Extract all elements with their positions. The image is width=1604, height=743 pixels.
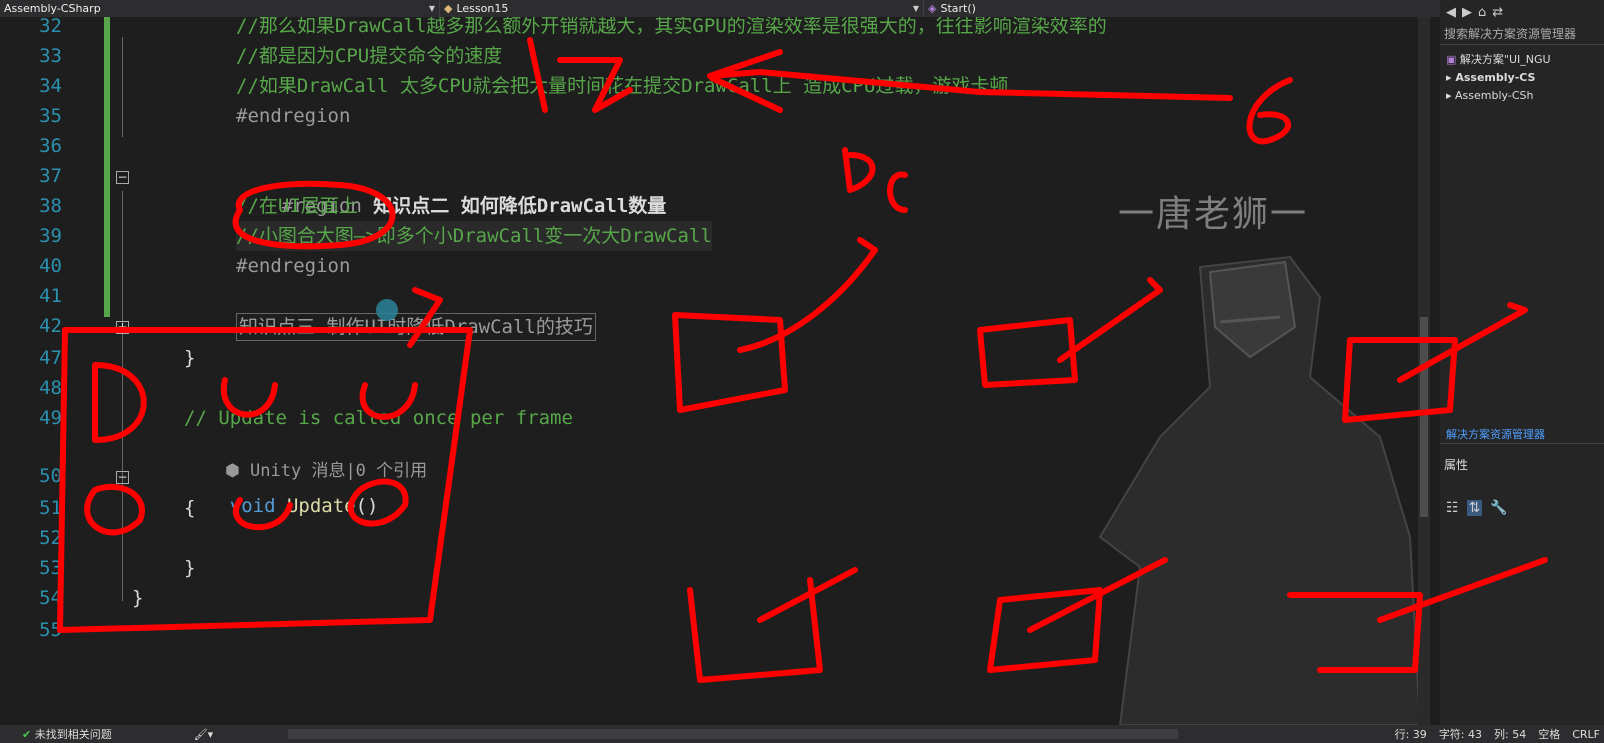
properties-header: 属性 xyxy=(1444,458,1469,472)
code-comment-line: // Update is called once per frame xyxy=(184,407,573,429)
home-icon[interactable]: ⌂ xyxy=(1478,5,1486,20)
back-icon[interactable]: ◀ xyxy=(1446,5,1456,20)
line-number: 36 xyxy=(39,135,62,157)
expand-arrow-icon: ▸ xyxy=(1446,71,1456,84)
codelens[interactable]: ⬢ Unity 消息|0 个引用 xyxy=(184,435,427,481)
forward-icon[interactable]: ▶ xyxy=(1462,5,1472,20)
line-number: 50 xyxy=(39,465,62,487)
class-icon: ◆ xyxy=(444,2,453,15)
expand-region-toggle[interactable]: + xyxy=(116,321,129,334)
solution-explorer-panel: ◀ ▶ ⌂ ⇄ 搜索解决方案资源管理器 ▣ 解决方案"UI_NGU ▸ Asse… xyxy=(1440,0,1604,743)
chevron-down-icon: ▼ xyxy=(912,4,919,13)
region-title: 知识点二 如何降低DrawCall数量 xyxy=(361,195,667,217)
endregion-directive: #endregion xyxy=(236,255,351,277)
sync-icon[interactable]: ⇄ xyxy=(1492,5,1503,20)
line-number: 39 xyxy=(39,225,62,247)
solution-search-input[interactable]: 搜索解决方案资源管理器 xyxy=(1440,24,1604,45)
project-label: Assembly-CS xyxy=(1455,71,1536,84)
line-number: 37 xyxy=(39,165,62,187)
line-number: 54 xyxy=(39,587,62,609)
line-number: 32 xyxy=(39,17,62,37)
closing-brace: } xyxy=(184,347,196,369)
class-dropdown-label: Lesson15 xyxy=(456,2,509,15)
horizontal-scrollbar[interactable] xyxy=(288,729,1178,739)
collapse-method-toggle[interactable]: − xyxy=(116,471,129,484)
endregion-directive: #endregion xyxy=(236,105,351,127)
code-comment-line-current: //小图合大图—>即多个小DrawCall变一次大DrawCall xyxy=(236,221,712,251)
project-dropdown[interactable]: Assembly-CSharp ▼ xyxy=(0,0,440,17)
line-number: 35 xyxy=(39,105,62,127)
eol-indicator[interactable]: CRLF xyxy=(1572,728,1600,741)
chevron-down-icon: ▼ xyxy=(428,4,435,13)
status-bar: ✔ 未找到相关问题 🖌▾ 行: 39 字符: 43 列: 54 空格 CRLF xyxy=(0,725,1604,743)
member-dropdown[interactable]: ◈ Start() ▼ xyxy=(924,0,1475,17)
closing-brace: } xyxy=(132,587,144,609)
solution-explorer-toolbar: ◀ ▶ ⌂ ⇄ xyxy=(1440,0,1604,24)
fold-guide xyxy=(122,191,123,601)
properties-toolbar: ☷ ⇅ 🔧 xyxy=(1446,500,1508,516)
line-number: 48 xyxy=(39,377,62,399)
categorized-icon[interactable]: ☷ xyxy=(1446,500,1459,516)
line-number: 47 xyxy=(39,347,62,369)
watermark-text: 一唐老狮一 xyxy=(1118,194,1309,235)
wrench-icon[interactable]: 🔧 xyxy=(1490,500,1507,516)
line-number: 42 xyxy=(39,315,62,337)
expand-arrow-icon: ▸ xyxy=(1446,89,1456,102)
project-dropdown-label: Assembly-CSharp xyxy=(4,2,101,15)
line-number: 34 xyxy=(39,75,62,97)
change-indicator xyxy=(104,17,110,317)
line-number: 53 xyxy=(39,557,62,579)
mouse-cursor-highlight xyxy=(376,299,398,321)
issues-label: 未找到相关问题 xyxy=(34,728,112,741)
project-node[interactable]: ▸ Assembly-CSh xyxy=(1440,87,1604,105)
char-indicator: 字符: 43 xyxy=(1438,728,1483,741)
project-label: Assembly-CSh xyxy=(1455,89,1534,102)
opening-brace: { xyxy=(184,497,196,519)
region-directive: #region 知识点二 如何降低DrawCall数量 xyxy=(236,161,666,217)
line-number: 38 xyxy=(39,195,62,217)
line-number: 51 xyxy=(39,497,62,519)
method-name: Update xyxy=(275,495,356,517)
solution-node[interactable]: ▣ 解决方案"UI_NGU xyxy=(1440,51,1604,69)
code-comment-line: //在UI层面上 xyxy=(236,195,358,217)
line-number: 52 xyxy=(39,527,62,549)
fold-guide xyxy=(122,37,123,137)
project-node[interactable]: ▸ Assembly-CS xyxy=(1440,69,1604,87)
solution-icon: ▣ xyxy=(1446,53,1460,66)
line-number: 40 xyxy=(39,255,62,277)
col-indicator: 列: 54 xyxy=(1494,728,1527,741)
row-indicator: 行: 39 xyxy=(1394,728,1427,741)
code-editor[interactable]: − + − 32 33 34 35 36 37 38 39 40 41 42 4… xyxy=(0,17,1446,725)
method-parens: () xyxy=(355,495,379,517)
code-comment-line: //都是因为CPU提交命令的速度 xyxy=(236,45,503,67)
solution-label: 解决方案"UI_NGU xyxy=(1459,53,1551,66)
line-number: 41 xyxy=(39,285,62,307)
editor-navigation-bar: Assembly-CSharp ▼ ◆ Lesson15 ▼ ◈ Start()… xyxy=(0,0,1475,17)
code-comment-line: //那么如果DrawCall越多那么额外开销就越大，其实GPU的渲染效率是很强大… xyxy=(236,17,1107,37)
class-dropdown[interactable]: ◆ Lesson15 ▼ xyxy=(440,0,924,17)
line-number: 33 xyxy=(39,45,62,67)
void-keyword: void xyxy=(229,495,276,517)
tab-solution-explorer[interactable]: 解决方案资源管理器 xyxy=(1440,426,1604,444)
alphabetical-icon[interactable]: ⇅ xyxy=(1466,500,1483,516)
line-number: 55 xyxy=(39,619,62,641)
spaces-indicator[interactable]: 空格 xyxy=(1538,726,1560,742)
member-dropdown-label: Start() xyxy=(940,2,976,15)
method-declaration: void Update() xyxy=(184,461,379,517)
code-comment-line: //如果DrawCall 太多CPU就会把大量时间花在提交DrawCall上 造… xyxy=(236,75,1009,97)
brush-icon[interactable]: 🖌▾ xyxy=(194,728,214,741)
method-icon: ◈ xyxy=(928,2,937,15)
closing-brace: } xyxy=(184,557,196,579)
vertical-scrollbar[interactable] xyxy=(1418,17,1430,725)
issues-status[interactable]: ✔ 未找到相关问题 xyxy=(22,726,112,742)
scrollbar-thumb[interactable] xyxy=(1420,317,1428,517)
check-icon: ✔ xyxy=(22,728,35,741)
line-number: 49 xyxy=(39,407,62,429)
collapsed-region[interactable]: 知识点三 制作UI时降低DrawCall的技巧 xyxy=(236,313,596,341)
collapse-region-toggle[interactable]: − xyxy=(116,171,129,184)
background-character-image xyxy=(1098,255,1420,725)
